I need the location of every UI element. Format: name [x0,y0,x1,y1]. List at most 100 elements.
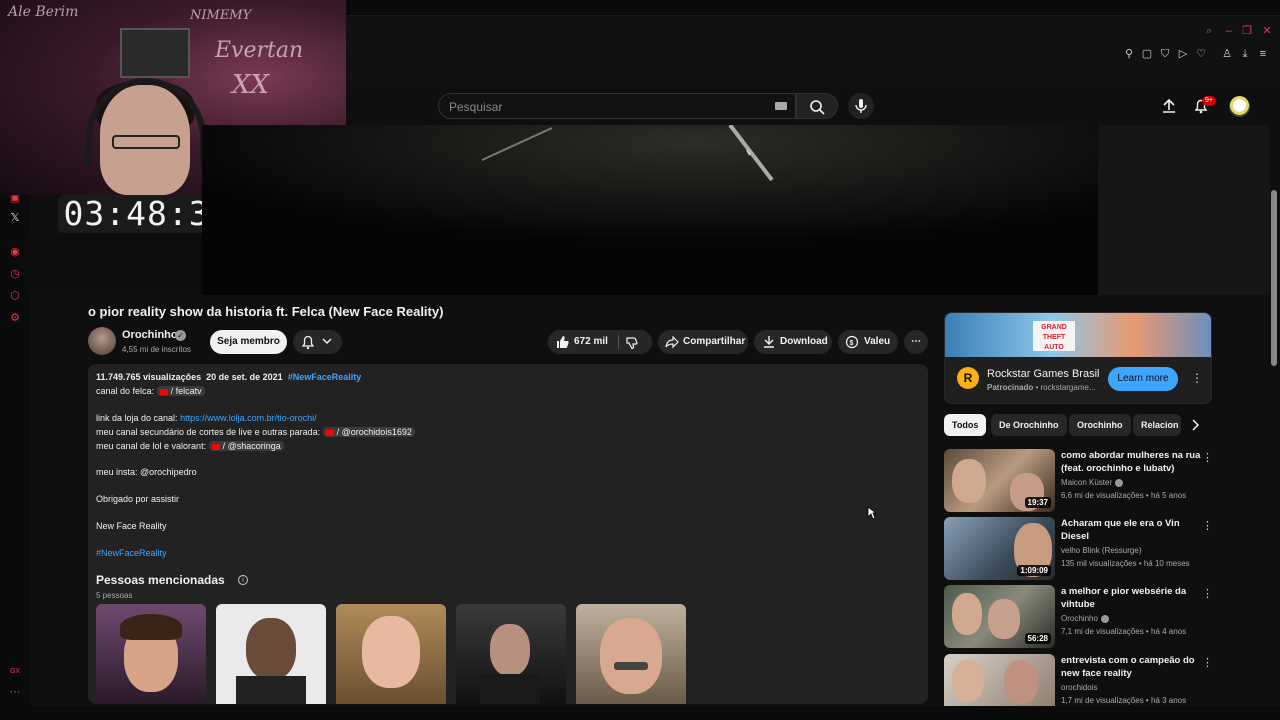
search-icon[interactable]: ⌕ [1202,25,1216,37]
search-placeholder: Pesquisar [449,100,503,114]
mentioned-person-card[interactable] [456,604,566,704]
play-icon[interactable]: ▷ [1176,48,1190,60]
heart-icon[interactable]: ♡ [1194,48,1208,60]
channel-avatar[interactable] [88,327,116,355]
hashtag-link[interactable]: #NewFaceReality [288,372,362,382]
sponsored-ad-card[interactable]: GRAND THEFT AUTO R Rockstar Games Brasil P… [944,312,1212,404]
download-label: Download [780,336,828,347]
video-channel[interactable]: Maicon Küster [1061,478,1124,487]
keyboard-icon[interactable] [775,102,787,110]
more-vertical-icon[interactable]: ⋮ [1202,587,1213,600]
shield-icon[interactable]: ⛉ [1158,48,1172,60]
recommended-video[interactable]: 19:37 como abordar mulheres na rua (feat… [944,449,1213,513]
bell-icon [301,335,315,350]
video-channel[interactable]: Orochinho [1061,614,1109,623]
video-player[interactable] [202,125,1098,295]
gx-icon[interactable]: GX [8,665,22,679]
secondary-label: meu canal secundário de cortes de live e… [96,427,321,437]
mentioned-person-card[interactable] [96,604,206,704]
join-button[interactable]: Seja membro [210,330,287,354]
filter-chip-orochinho[interactable]: Orochinho [1069,414,1131,436]
video-title[interactable]: a melhor e pior websérie da vihtube [1061,585,1201,611]
info-icon[interactable]: i [238,575,248,585]
more-actions-button[interactable]: ⋯ [904,330,928,354]
verified-icon [1100,614,1109,623]
x-icon[interactable]: 𝕏 [8,211,22,225]
description-hashtag[interactable]: #NewFaceReality [96,548,167,558]
video-channel[interactable]: orochidois [1061,683,1097,692]
video-thumbnail[interactable]: 56:28 [944,585,1055,648]
filter-chip-relacionados[interactable]: Relacion [1133,414,1181,436]
mentioned-person-card[interactable] [576,604,686,704]
share-icon [665,335,679,349]
recommended-video[interactable]: 56:28 a melhor e pior websérie da vihtub… [944,585,1213,649]
person-face [246,618,296,680]
subscription-bell-button[interactable] [293,330,342,354]
svg-text:$: $ [850,340,854,347]
thumbs-down-icon[interactable] [625,336,639,350]
more-vertical-icon[interactable]: ⋮ [1202,451,1213,464]
video-frame [202,125,1098,295]
account-icon[interactable]: ♙ [1220,48,1234,60]
upload-icon[interactable] [1160,97,1178,115]
description-line-felca: canal do felca: / felcatv [96,386,205,396]
thanks-button[interactable]: $ Valeu [838,330,898,354]
thumbs-up-icon[interactable] [555,335,569,349]
share-button[interactable]: Compartilhar [658,330,748,354]
learn-more-button[interactable]: Learn more [1108,367,1178,391]
mentioned-person-card[interactable] [336,604,446,704]
ad-banner-image[interactable]: GRAND THEFT AUTO [945,313,1211,357]
gta-logo: GRAND THEFT AUTO [1033,321,1075,351]
video-title[interactable]: como abordar mulheres na rua (feat. oroc… [1061,449,1201,475]
mentioned-person-card[interactable] [216,604,326,704]
channel-name[interactable]: Orochinho [122,329,178,341]
notification-badge: 9+ [1202,96,1216,106]
video-title[interactable]: entrevista com o campeão do new face rea… [1061,654,1201,680]
search-button[interactable] [796,93,838,119]
chevron-right-icon[interactable] [1190,419,1200,431]
video-thumbnail[interactable]: 1:09:09 [944,517,1055,580]
filter-chip-todos[interactable]: Todos [944,414,987,436]
search-icon [810,100,825,115]
more-icon[interactable]: ⋯ [8,685,22,699]
download-icon[interactable]: ⤓ [1238,48,1252,60]
history-icon[interactable]: ◷ [8,267,22,281]
user-avatar[interactable] [1229,96,1250,117]
video-channel[interactable]: velho Blink (Ressurge) [1061,546,1141,555]
felca-label: canal do felca: [96,386,155,396]
filter-chip-de-orochinho[interactable]: De Orochinho [991,414,1067,436]
cube-icon[interactable]: ⬡ [8,289,22,303]
page-scrollbar[interactable] [1271,190,1277,366]
store-link[interactable]: https://www.lolja.com.br/tio-orochi/ [180,413,317,423]
lol-channel-chip[interactable]: / @shacoringa [208,441,284,451]
more-vertical-icon[interactable]: ⋮ [1202,519,1213,532]
restore-icon[interactable]: ❐ [1240,25,1254,37]
pin-icon[interactable]: ⚲ [1122,48,1136,60]
ad-subtitle: Patrocinado • rockstargame... [987,383,1096,392]
like-count[interactable]: 672 mil [574,330,608,354]
video-meta: 1,7 mi de visualizações • há 3 anos [1061,696,1187,705]
video-thumbnail[interactable]: 19:37 [944,449,1055,512]
person-body [480,674,540,704]
search-input[interactable]: Pesquisar [438,93,796,119]
thumb-face [1004,660,1038,704]
more-vertical-icon[interactable]: ⋮ [1191,371,1203,385]
channel-label: Maicon Küster [1061,478,1113,487]
recommended-video[interactable]: 1:09:09 Acharam que ele era o Vin Diesel… [944,517,1213,581]
person-mustache [614,662,648,670]
voice-search-button[interactable] [848,93,874,119]
more-vertical-icon[interactable]: ⋮ [1202,656,1213,669]
menu-icon[interactable]: ≡ [1256,48,1270,60]
player-icon[interactable]: ◉ [8,245,22,259]
video-title[interactable]: Acharam que ele era o Vin Diesel [1061,517,1201,543]
screenshot-icon[interactable]: ▢ [1140,48,1154,60]
ad-title[interactable]: Rockstar Games Brasil [987,368,1099,380]
felca-channel-chip[interactable]: / felcatv [156,386,205,396]
download-icon [764,336,774,348]
close-icon[interactable]: ✕ [1260,25,1274,37]
minimize-icon[interactable]: – [1222,25,1236,37]
download-button[interactable]: Download [754,330,832,354]
secondary-channel-chip[interactable]: / @orochidois1692 [322,427,415,437]
settings-icon[interactable]: ⚙ [8,311,22,325]
video-meta: 7,1 mi de visualizações • há 4 anos [1061,627,1187,636]
